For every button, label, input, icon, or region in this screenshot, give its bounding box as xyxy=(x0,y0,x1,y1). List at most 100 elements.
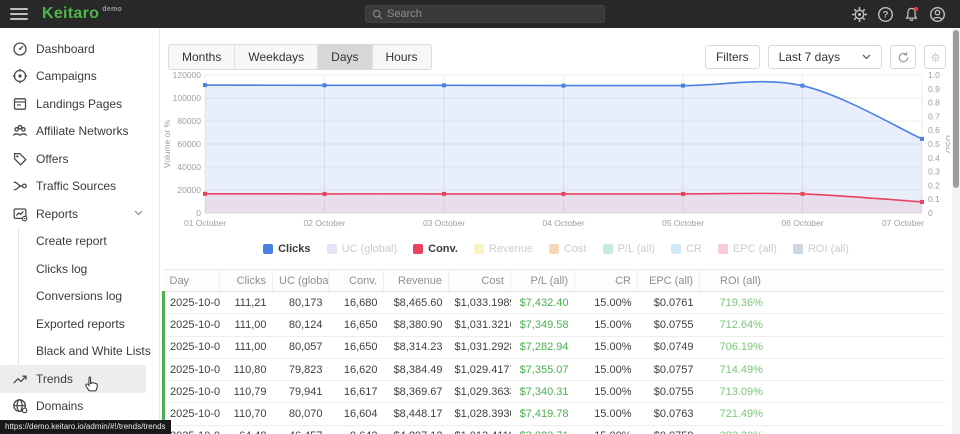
legend-item-conv-[interactable]: Conv. xyxy=(413,243,458,255)
table-cell: $0.0755 xyxy=(638,314,700,336)
sidebar-item-domains[interactable]: Domains xyxy=(0,393,159,421)
data-point xyxy=(801,84,805,88)
legend-item-roi-all-[interactable]: ROI (all) xyxy=(793,243,849,255)
table-cell: 721.49% xyxy=(700,403,945,425)
tab-months[interactable]: Months xyxy=(169,45,235,69)
topbar: Keitarodemo ? xyxy=(0,0,960,28)
scrollbar-thumb[interactable] xyxy=(953,30,959,188)
table-cell: $8,448.17 xyxy=(384,403,449,425)
sidebar-item-landings-pages[interactable]: Landings Pages xyxy=(0,90,159,118)
column-header[interactable]: Revenue xyxy=(384,270,449,292)
sidebar-item-affiliate-networks[interactable]: Affiliate Networks xyxy=(0,118,159,146)
table-cell: 2025-10-03 xyxy=(164,336,220,358)
table-row[interactable]: 2025-10-04110,8079,82316,620$8,384.49$1,… xyxy=(164,358,945,380)
legend-item-p-l-all-[interactable]: P/L (all) xyxy=(603,243,656,255)
table-cell: 110,79 xyxy=(220,381,273,403)
table-cell: 111,00 xyxy=(220,314,273,336)
sidebar-item-campaigns[interactable]: Campaigns xyxy=(0,63,159,91)
table-row[interactable]: 2025-10-0764,4846,4579,642$4,897.12$1,01… xyxy=(164,425,945,434)
filters-button[interactable]: Filters xyxy=(705,45,760,69)
column-header[interactable]: Day xyxy=(164,270,220,292)
table-cell: $7,340.31 xyxy=(511,381,575,403)
table-row[interactable]: 2025-10-06110,7080,07016,604$8,448.17$1,… xyxy=(164,403,945,425)
sidebar-item-exported-reports[interactable]: Exported reports xyxy=(18,310,159,338)
legend-item-cr[interactable]: CR xyxy=(671,243,702,255)
sidebar-item-reports[interactable]: Reports xyxy=(0,200,159,228)
user-avatar-icon[interactable] xyxy=(929,6,946,23)
trending-up-icon xyxy=(12,371,28,387)
svg-text:0.8: 0.8 xyxy=(928,98,940,108)
table-cell: 15.00% xyxy=(575,425,638,434)
refresh-button[interactable] xyxy=(890,45,916,69)
search-input[interactable] xyxy=(387,8,587,20)
sidebar-item-label: Dashboard xyxy=(36,42,95,56)
legend-item-revenue[interactable]: Revenue xyxy=(474,243,533,255)
settings-gear-icon[interactable] xyxy=(851,6,868,23)
table-cell: 713.09% xyxy=(700,381,945,403)
svg-text:03 October: 03 October xyxy=(423,218,465,228)
sidebar-item-trends[interactable]: Trends xyxy=(0,365,146,393)
sidebar-item-create-report[interactable]: Create report xyxy=(18,228,159,256)
legend-item-uc-global-[interactable]: UC (global) xyxy=(327,243,398,255)
table-cell: 15.00% xyxy=(575,314,638,336)
hamburger-menu-icon[interactable] xyxy=(10,8,28,20)
svg-text:05 October: 05 October xyxy=(662,218,704,228)
sidebar-item-dashboard[interactable]: Dashboard xyxy=(0,35,159,63)
search-icon xyxy=(372,9,383,20)
column-header[interactable]: P/L (all) xyxy=(511,270,575,292)
sidebar-item-clicks-log[interactable]: Clicks log xyxy=(18,255,159,283)
table-cell: 15.00% xyxy=(575,358,638,380)
table-header-row: DayClicksUC (global)Conv.RevenueCostP/L … xyxy=(164,270,945,292)
legend-item-cost[interactable]: Cost xyxy=(549,243,587,255)
sidebar-item-black-and-white-lists[interactable]: Black and White Lists xyxy=(18,338,159,366)
sidebar-item-traffic-sources[interactable]: Traffic Sources xyxy=(0,173,159,201)
help-icon[interactable]: ? xyxy=(877,6,894,23)
table-row[interactable]: 2025-10-02111,0080,12416,650$8,380.90$1,… xyxy=(164,314,945,336)
sidebar-item-label: Create report xyxy=(36,234,107,248)
column-header[interactable]: Conv. xyxy=(329,270,384,292)
data-point xyxy=(681,84,685,88)
vertical-scrollbar[interactable] xyxy=(952,28,960,434)
table-cell: 2025-10-07 xyxy=(164,425,220,434)
table-row[interactable]: 2025-10-01111,2180,17316,680$8,465.60$1,… xyxy=(164,292,945,314)
column-header[interactable]: UC (global) xyxy=(273,270,329,292)
column-header[interactable]: Cost xyxy=(449,270,511,292)
trends-line-chart[interactable]: 02000040000600008000010000012000001 Octo… xyxy=(160,70,950,238)
legend-item-clicks[interactable]: Clicks xyxy=(263,243,310,255)
column-header[interactable]: ROI (all) xyxy=(700,270,945,292)
column-header[interactable]: Clicks xyxy=(220,270,273,292)
svg-text:0.7: 0.7 xyxy=(928,111,940,121)
table-row[interactable]: 2025-10-03111,0080,05716,650$8,314.23$1,… xyxy=(164,336,945,358)
svg-text:0.5: 0.5 xyxy=(928,139,940,149)
table-cell: 383.20% xyxy=(700,425,945,434)
chart-settings-button[interactable] xyxy=(924,45,946,69)
legend-item-epc-all-[interactable]: EPC (all) xyxy=(718,243,777,255)
table-cell: 80,057 xyxy=(273,336,329,358)
main-content: MonthsWeekdaysDaysHours Filters Last 7 d… xyxy=(160,28,952,434)
sidebar-item-conversions-log[interactable]: Conversions log xyxy=(18,283,159,311)
tab-days[interactable]: Days xyxy=(318,45,372,69)
column-header[interactable]: CR xyxy=(575,270,638,292)
table-cell: $0.0763 xyxy=(638,403,700,425)
table-cell: $8,465.60 xyxy=(384,292,449,314)
notifications-bell-icon[interactable] xyxy=(903,6,920,23)
data-point xyxy=(323,83,327,87)
tab-hours[interactable]: Hours xyxy=(373,45,431,69)
table-row[interactable]: 2025-10-05110,7979,94116,617$8,369.67$1,… xyxy=(164,381,945,403)
app-logo[interactable]: Keitarodemo xyxy=(42,5,122,23)
column-header[interactable]: EPC (all) xyxy=(638,270,700,292)
table-cell: $7,282.94 xyxy=(511,336,575,358)
data-point xyxy=(920,200,924,204)
table-cell: 16,617 xyxy=(329,381,384,403)
table-cell: 16,650 xyxy=(329,314,384,336)
tab-weekdays[interactable]: Weekdays xyxy=(235,45,318,69)
sidebar-item-label: Domains xyxy=(36,399,83,413)
sidebar-item-offers[interactable]: Offers xyxy=(0,145,159,173)
table-cell: $8,314.23 xyxy=(384,336,449,358)
svg-text:?: ? xyxy=(883,9,889,20)
table-cell: $3,883.71 xyxy=(511,425,575,434)
date-range-select[interactable]: Last 7 days xyxy=(768,45,882,69)
sidebar-item-label: Clicks log xyxy=(36,262,87,276)
global-search[interactable] xyxy=(365,5,605,23)
svg-text:Volume or %: Volume or % xyxy=(162,119,172,168)
